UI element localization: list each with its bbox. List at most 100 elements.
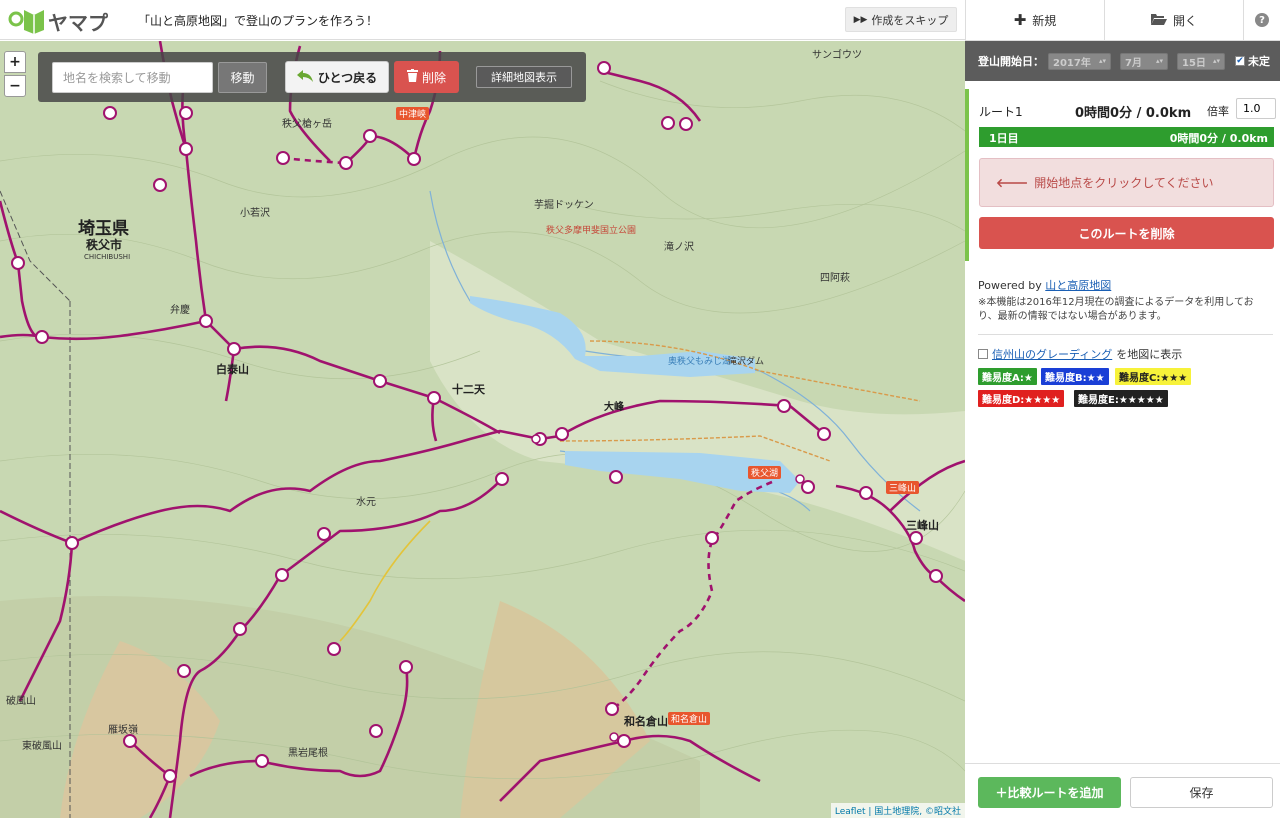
map-label-wanakura: 和名倉山 (624, 715, 668, 728)
map-label-kuroiwa: 黒岩尾根 (288, 748, 328, 759)
map-label-mitsumine: 三峰山 (906, 519, 939, 532)
undecided-label: 未定 (1248, 55, 1270, 68)
year-select[interactable]: 2017年 ▴▾ (1048, 52, 1111, 70)
powered-link[interactable]: 山と高原地図 (1045, 279, 1111, 292)
delete-route-button[interactable]: このルートを削除 (979, 217, 1274, 249)
month-value: 7月 (1125, 57, 1142, 69)
grading-link[interactable]: 信州山のグレーディング (992, 346, 1112, 362)
plan-panel: 登山開始日： 2017年 ▴▾ 7月 ▴▾ 15日 ▴▾ ✔ 未定 ルート1 0時間0… (965, 41, 1280, 818)
select-caret-icon: ▴▾ (1098, 57, 1106, 65)
new-tab-label: 新規 (1032, 13, 1057, 28)
map-label-takidosawa: 滝ノ沢 (664, 242, 694, 253)
place-search-input[interactable] (52, 62, 213, 93)
map-label-omine: 大峰 (604, 402, 624, 413)
difficulty-badge-b: 難易度B:★★ (1041, 368, 1109, 385)
detail-map-button[interactable]: 詳細地図表示 (476, 66, 572, 88)
folder-open-icon (1150, 13, 1167, 28)
plus-icon: ✚ (1013, 11, 1027, 29)
map-canvas[interactable]: 埼玉県 秩父市 CHICHIBUSHI 奥秩父もみじ湖 滝沢ダム 秩父多摩甲斐国… (0, 41, 965, 818)
grading-suffix: を地図に表示 (1116, 348, 1183, 361)
start-point-alert: 🡐 開始地点をクリックしてください (979, 158, 1274, 207)
delete-button[interactable]: 削除 (394, 61, 459, 93)
difficulty-badge-a: 難易度A:★ (978, 368, 1037, 385)
rate-input[interactable] (1236, 98, 1276, 119)
route-card: ルート1 0時間0分 / 0.0km 倍率 1日目 0時間0分 / 0.0km … (965, 89, 1280, 261)
grading-toggle[interactable]: 信州山のグレーディング を地図に表示 (978, 346, 1182, 362)
map-label-kanbagatake: 秩父槍ヶ岳 (282, 119, 332, 130)
yamapla-app: ヤマプラ 「山と高原地図」で登山のプランを作ろう！ ▶▶ 作成をスキップ ✚ 新… (0, 0, 1280, 818)
map-label-city-romaji: CHICHIBUSHI (84, 253, 131, 261)
map-label-shirokannon: 四阿萩 (820, 273, 850, 284)
fast-forward-icon: ▶▶ (853, 14, 868, 25)
map-label-suimoto: 水元 (356, 497, 376, 508)
trash-icon (406, 69, 418, 85)
help-tab[interactable]: ? (1243, 0, 1280, 40)
day-value: 15日 (1182, 57, 1206, 69)
powered-prefix: Powered by (978, 279, 1042, 292)
panel-tabs: ✚ 新規 開く ? (965, 0, 1280, 41)
map-label-sangoutsu: サンゴウツ (812, 50, 862, 61)
panel-footer: ＋比較ルートを追加 保存 (965, 763, 1280, 818)
map-tag-mitsumine: 三峰山 (886, 481, 920, 494)
topographic-map (0, 41, 965, 818)
year-value: 2017年 (1053, 57, 1091, 69)
start-date-label: 登山開始日： (978, 55, 1044, 68)
undo-arrow-icon (296, 69, 313, 85)
undo-label: ひとつ戻る (317, 70, 378, 85)
map-attribution[interactable]: Leaflet | 国土地理院, ©昭文社 (830, 803, 965, 818)
difficulty-badge-d: 難易度D:★★★★ (978, 390, 1065, 407)
select-caret-icon: ▴▾ (1155, 57, 1163, 65)
map-label-rasaka: 雁坂嶺 (108, 725, 138, 736)
route-name: ルート1 (979, 105, 1023, 119)
yamapla-logo[interactable]: ヤマプラ (6, 6, 126, 64)
move-button[interactable]: 移動 (218, 62, 267, 93)
map-label-city: 秩父市 (86, 238, 123, 252)
day-total: 0時間0分 / 0.0km (1169, 132, 1268, 145)
map-tag-nakatsukyo: 中津峡 (396, 107, 430, 120)
map-tag-wanakura: 和名倉山 (668, 712, 711, 725)
map-label-benkei: 弁慶 (170, 305, 190, 316)
map-label-park: 秩父多摩甲斐国立公園 (546, 226, 637, 236)
select-caret-icon: ▴▾ (1212, 57, 1220, 65)
route-header: ルート1 0時間0分 / 0.0km 倍率 (979, 98, 1279, 121)
map-label-hagahira: 破風山 (6, 696, 36, 707)
undo-button[interactable]: ひとつ戻る (285, 61, 389, 93)
day-select[interactable]: 15日 ▴▾ (1177, 52, 1225, 70)
open-tab-label: 開く (1172, 13, 1197, 28)
powered-by: Powered by 山と高原地図 (978, 277, 1111, 293)
grading-checkbox[interactable] (978, 349, 988, 359)
map-label-imokawa: 芋掘ドッケン (534, 200, 594, 211)
skip-button[interactable]: ▶▶ 作成をスキップ (845, 7, 957, 32)
divider (978, 334, 1273, 335)
route-total: 0時間0分 / 0.0km (1075, 106, 1192, 121)
difficulty-badge-c: 難易度C:★★★ (1115, 368, 1192, 385)
month-select[interactable]: 7月 ▴▾ (1120, 52, 1168, 70)
zoom-out-button[interactable]: − (4, 75, 26, 97)
add-compare-route-button[interactable]: ＋比較ルートを追加 (978, 777, 1121, 808)
difficulty-badge-e: 難易度E:★★★★★ (1074, 390, 1168, 407)
delete-label: 削除 (421, 70, 446, 85)
day-label: 1日目 (989, 132, 1019, 145)
start-date-bar: 登山開始日： 2017年 ▴▾ 7月 ▴▾ 15日 ▴▾ ✔ 未定 (965, 41, 1280, 81)
save-button[interactable]: 保存 (1130, 777, 1273, 808)
day-bar[interactable]: 1日目 0時間0分 / 0.0km (979, 127, 1274, 147)
question-circle-icon: ? (1255, 13, 1269, 27)
tagline: 「山と高原地図」で登山のプランを作ろう！ (138, 14, 379, 28)
arrow-left-icon: 🡐 (996, 176, 1029, 190)
start-alert-text: 開始地点をクリックしてください (1034, 176, 1214, 190)
open-tab[interactable]: 開く (1104, 0, 1243, 40)
map-label-lake: 奥秩父もみじ湖 (668, 357, 732, 367)
map-label-dam: 滝沢ダム (728, 357, 765, 367)
map-toolbar: 移動 ひとつ戻る 削除 詳細地図表示 (38, 52, 586, 102)
rate-label: 倍率 (1207, 105, 1229, 118)
undecided-checkbox[interactable]: ✔ (1235, 56, 1245, 66)
top-bar: ヤマプラ 「山と高原地図」で登山のプランを作ろう！ ▶▶ 作成をスキップ (0, 0, 965, 64)
zoom-in-button[interactable]: + (4, 51, 26, 73)
map-label-koakasawa: 小若沢 (240, 208, 270, 219)
undecided-toggle[interactable]: ✔ 未定 (1235, 53, 1270, 69)
map-label-higashi-hagahira: 東破風山 (22, 741, 62, 752)
map-label-shiraiwa: 白泰山 (216, 363, 249, 376)
map-label-jizo: 十二天 (452, 383, 485, 396)
new-tab[interactable]: ✚ 新規 (965, 0, 1104, 40)
map-tag-chichibu-lake: 秩父湖 (748, 466, 782, 479)
